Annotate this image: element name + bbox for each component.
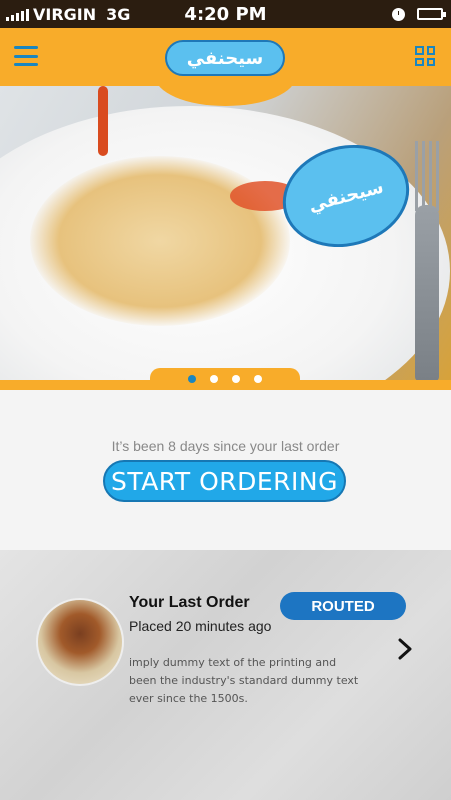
status-badge: ROUTED	[280, 592, 406, 620]
last-order-thumbnail	[36, 598, 124, 686]
carousel-dot-4[interactable]	[254, 375, 262, 383]
last-order-message: It’s been 8 days since your last order	[111, 438, 340, 454]
carousel-dots	[150, 368, 300, 390]
sauce-drip-image	[98, 86, 108, 156]
last-order-section[interactable]: Your Last Order Placed 20 minutes ago RO…	[0, 550, 451, 800]
last-order-title: Your Last Order	[129, 594, 250, 611]
fork-image	[409, 141, 443, 380]
start-ordering-button[interactable]: START ORDERING	[103, 460, 346, 502]
carousel-dot-1[interactable]	[188, 375, 196, 383]
order-prompt-section: It’s been 8 days since your last order S…	[0, 390, 451, 550]
carousel-dot-2[interactable]	[210, 375, 218, 383]
clock-icon	[392, 7, 405, 21]
status-bar: VIRGIN 3G 4:20 PM	[0, 0, 451, 28]
chevron-right-icon[interactable]	[398, 638, 412, 660]
brand-logo[interactable]: سيحنفي	[165, 40, 285, 76]
last-order-description: imply dummy text of the printing and bee…	[129, 656, 359, 705]
battery-icon	[417, 8, 446, 20]
status-right	[392, 7, 446, 21]
status-time: 4:20 PM	[184, 3, 267, 25]
carousel-dot-3[interactable]	[232, 375, 240, 383]
qr-grid-icon[interactable]	[415, 46, 435, 66]
last-order-placed: Placed 20 minutes ago	[129, 618, 272, 634]
hero-image[interactable]: سيحنفي	[0, 86, 451, 380]
hamburger-icon[interactable]	[14, 46, 38, 66]
